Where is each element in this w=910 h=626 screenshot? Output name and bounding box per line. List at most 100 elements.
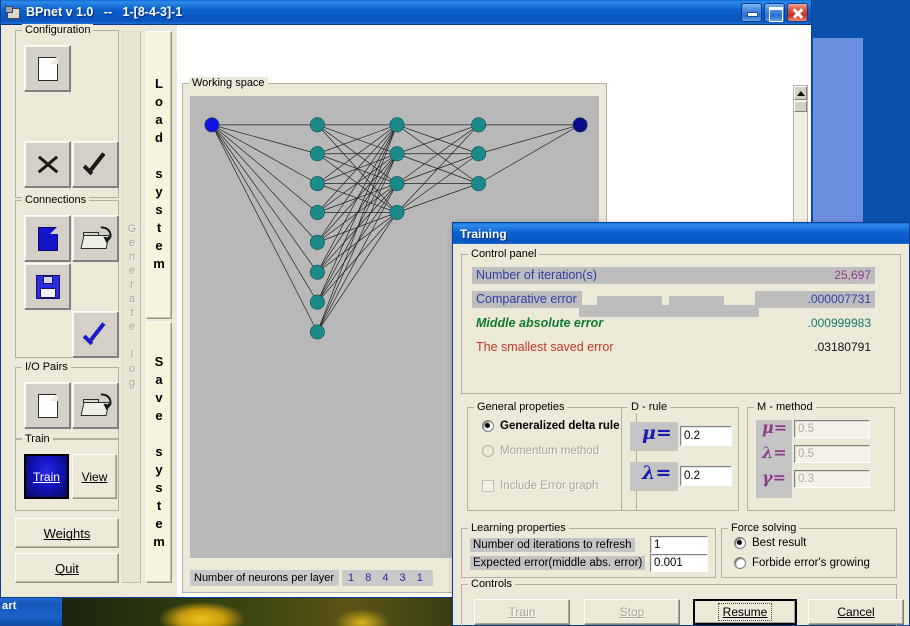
number-of-iterations-label: Number of iteration(s) — [472, 267, 795, 284]
m-method-lambda-value: 0.5 — [798, 448, 814, 460]
m-method-lambda-field: 0.5 — [794, 445, 870, 463]
neurons-per-layer-values: 1 8 4 3 1 — [342, 569, 433, 586]
d-rule-group: D - rule μ= 0.2 λ= 0.2 — [621, 401, 739, 511]
metric-row: The smallest saved error .03180791 — [472, 339, 892, 356]
check-icon — [81, 153, 111, 177]
iterations-to-refresh-field[interactable]: 1 — [650, 536, 708, 554]
maximize-button[interactable] — [764, 2, 785, 22]
forbide-errors-growing-radio[interactable] — [734, 557, 746, 569]
d-rule-label: D - rule — [628, 401, 671, 413]
mu-symbol-icon: μ= — [762, 418, 788, 437]
middle-absolute-error-value: .000999983 — [807, 316, 871, 330]
training-dialog-titlebar[interactable]: Training — [453, 223, 909, 244]
include-error-graph-label: Include Error graph — [500, 480, 599, 492]
iterations-to-refresh-value: 1 — [654, 539, 661, 551]
mu-symbol-icon: μ= — [642, 422, 672, 444]
d-rule-lambda-value: 0.2 — [684, 470, 700, 482]
start-button-label[interactable]: art — [2, 600, 17, 612]
best-result-label: Best result — [752, 537, 807, 549]
expected-error-label: Expected error(middle abs. error) — [470, 556, 646, 570]
new-io-pairs-button[interactable] — [24, 382, 71, 429]
best-result-radio[interactable] — [734, 537, 746, 549]
load-system-button[interactable]: Load system — [146, 31, 172, 319]
scrollbar-thumb[interactable] — [794, 101, 807, 112]
middle-absolute-error-label: Middle absolute error — [476, 316, 604, 330]
open-folder-icon — [80, 225, 113, 251]
number-of-iterations-value: 25,697 — [795, 267, 875, 284]
m-method-label: M - method — [754, 401, 816, 413]
view-button-label: View — [81, 469, 108, 484]
d-rule-lambda-field[interactable]: 0.2 — [680, 466, 732, 486]
open-io-pairs-button[interactable] — [72, 382, 119, 429]
iterations-to-refresh-label: Number od iterations to refresh — [470, 538, 635, 552]
expected-error-value: 0.001 — [654, 557, 683, 569]
io-pairs-group: I/O Pairs — [15, 361, 119, 439]
general-properties-group: General propeties Generalized delta rule… — [467, 401, 637, 511]
cross-icon — [35, 152, 61, 178]
neurons-per-layer-bar: Number of neurons per layer 1 8 4 3 1 — [190, 569, 433, 586]
new-connections-button[interactable] — [24, 215, 71, 262]
resume-dialog-button[interactable]: Resume — [693, 599, 797, 625]
close-button[interactable] — [787, 2, 808, 22]
open-connections-button[interactable] — [72, 215, 119, 262]
d-rule-mu-field[interactable]: 0.2 — [680, 426, 732, 446]
caption-buttons — [741, 2, 808, 22]
floppy-disk-icon — [35, 274, 60, 299]
generalized-delta-rule-label: Generalized delta rule — [500, 420, 620, 432]
comparative-error-label: Comparative error — [472, 291, 582, 308]
lambda-symbol-icon: λ= — [762, 443, 787, 462]
cancel-configuration-button[interactable] — [24, 141, 71, 188]
cancel-dialog-button-label: Cancel — [837, 605, 875, 619]
m-method-gamma-field: 0.3 — [794, 470, 870, 488]
io-pairs-group-label: I/O Pairs — [22, 361, 71, 373]
controls-group: Controls Train Stop Resume Cancel — [461, 578, 904, 626]
training-dialog-title: Training — [460, 226, 507, 241]
new-configuration-button[interactable] — [24, 45, 71, 92]
minimize-button[interactable] — [741, 2, 762, 22]
train-button[interactable]: Train — [24, 454, 69, 499]
check-blue-icon — [81, 323, 111, 347]
save-connections-button[interactable] — [24, 263, 71, 310]
cancel-dialog-button[interactable]: Cancel — [808, 599, 904, 625]
scroll-up-arrow-icon[interactable] — [794, 86, 807, 100]
train-dialog-button-label: Train — [508, 605, 536, 619]
train-group-label: Train — [22, 433, 53, 445]
train-dialog-button: Train — [474, 599, 570, 625]
force-solving-label: Force solving — [728, 522, 800, 534]
metric-row: Number of iteration(s) 25,697 — [472, 267, 892, 284]
quit-button[interactable]: Quit — [15, 553, 119, 583]
open-folder-icon — [80, 392, 113, 418]
view-button[interactable]: View — [72, 454, 117, 499]
momentum-method-label: Momentum method — [500, 445, 600, 457]
m-method-gamma-value: 0.3 — [798, 473, 814, 485]
generate-log-button-label: Generate log — [126, 223, 138, 391]
m-method-group: M - method μ= 0.5 λ= 0.5 γ= 0.3 — [747, 401, 895, 511]
train-button-label: Train — [33, 469, 60, 484]
stop-dialog-button-label: Stop — [619, 605, 645, 619]
working-space-label: Working space — [189, 77, 268, 89]
metric-row: Middle absolute error .000999983 — [472, 315, 892, 332]
expected-error-field[interactable]: 0.001 — [650, 554, 708, 572]
m-method-mu-field: 0.5 — [794, 420, 870, 438]
window-titlebar[interactable]: BPnet v 1.0 -- 1-[8-4-3]-1 — [1, 0, 811, 25]
generate-log-button: Generate log — [122, 31, 141, 583]
configuration-group: Configuration — [15, 24, 119, 198]
d-rule-mu-value: 0.2 — [684, 430, 700, 442]
lambda-symbol-icon: λ= — [642, 462, 672, 484]
momentum-method-radio — [482, 445, 494, 457]
control-panel-group: Control panel Number of iteration(s) 25,… — [461, 248, 901, 394]
apply-connections-button[interactable] — [72, 311, 119, 358]
learning-properties-label: Learning properties — [468, 522, 569, 534]
document-blue-icon — [37, 225, 59, 251]
window-title: BPnet v 1.0 -- 1-[8-4-3]-1 — [26, 5, 183, 19]
controls-label: Controls — [468, 578, 515, 590]
generalized-delta-rule-radio[interactable] — [482, 420, 494, 432]
app-network-icon — [5, 5, 21, 19]
save-system-button[interactable]: Save system — [146, 322, 172, 583]
apply-configuration-button[interactable] — [72, 141, 119, 188]
neurons-per-layer-label: Number of neurons per layer — [190, 569, 340, 586]
weights-button[interactable]: Weights — [15, 518, 119, 548]
stop-dialog-button: Stop — [584, 599, 680, 625]
forbide-errors-growing-label: Forbide error's growing — [752, 557, 870, 569]
metric-row: Comparative error .000007731 — [472, 291, 892, 308]
